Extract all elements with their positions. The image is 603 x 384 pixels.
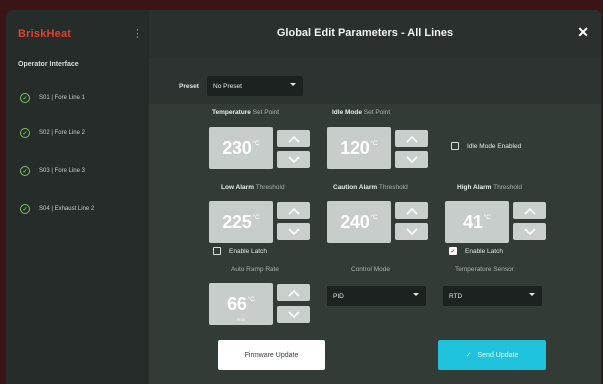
chevron-down-icon	[523, 227, 536, 235]
temp-setpoint-value[interactable]: 230 °C	[209, 127, 273, 169]
send-update-button[interactable]: ✓ Send Update	[438, 340, 546, 370]
chevron-down-icon	[287, 227, 300, 235]
chevron-down-icon	[413, 293, 419, 296]
preset-value: No Preset	[213, 82, 242, 90]
dialog-title: Global Edit Parameters - All Lines	[276, 27, 454, 39]
temp-sensor-select[interactable]: RTD	[443, 286, 542, 306]
sidebar-item-s04[interactable]: ✓ S04 | Exhaust Line 2	[20, 202, 94, 216]
auto-ramp-increment[interactable]	[277, 284, 310, 301]
enable-latch-low-checkbox[interactable]: Enable Latch	[213, 247, 267, 255]
sidebar-section-title: Operator Interface	[18, 61, 79, 68]
chevron-down-icon	[290, 83, 296, 86]
check-circle-icon: ✓	[20, 166, 30, 176]
control-mode-select[interactable]: PID	[327, 286, 426, 306]
caution-alarm-value[interactable]: 240 °C	[327, 201, 391, 243]
temp-sensor-label: Temperature Sensor	[455, 266, 514, 273]
sidebar-item-label: S02 | Fore Line 2	[39, 130, 85, 136]
sidebar-item-s01[interactable]: ✓ S01 | Fore Line 1	[20, 91, 85, 105]
high-alarm-label: High Alarm Threshold	[457, 184, 523, 191]
temp-setpoint-increment[interactable]	[277, 130, 310, 147]
preset-select[interactable]: No Preset	[207, 76, 303, 96]
chevron-up-icon	[287, 135, 300, 143]
chevron-down-icon	[405, 155, 418, 163]
check-icon: ✓	[465, 352, 472, 359]
idle-setpoint-decrement[interactable]	[395, 151, 428, 168]
caution-alarm-increment[interactable]	[395, 202, 428, 219]
chevron-down-icon	[529, 293, 535, 296]
check-circle-icon: ✓	[20, 204, 30, 214]
temp-setpoint-decrement[interactable]	[277, 151, 310, 168]
check-circle-icon: ✓	[20, 128, 30, 138]
control-mode-value: PID	[333, 292, 344, 300]
sidebar-item-s03[interactable]: ✓ S03 | Fore Line 3	[20, 164, 85, 178]
temp-setpoint-label: Temperature Set Point	[212, 109, 280, 116]
brand-logo: BriskHeat	[18, 28, 72, 40]
checkbox-box	[451, 142, 459, 150]
high-alarm-value[interactable]: 41 °C	[445, 201, 509, 243]
low-alarm-increment[interactable]	[277, 202, 310, 219]
sidebar-item-s02[interactable]: ✓ S02 | Fore Line 2	[20, 126, 85, 140]
edit-dialog: Global Edit Parameters - All Lines ✕ Pre…	[149, 10, 601, 384]
check-circle-icon: ✓	[20, 93, 30, 103]
high-alarm-increment[interactable]	[513, 202, 546, 219]
caution-alarm-decrement[interactable]	[395, 223, 428, 240]
low-alarm-label: Low Alarm Threshold	[221, 184, 285, 191]
low-alarm-decrement[interactable]	[277, 223, 310, 240]
preset-bar: Preset No Preset	[149, 58, 601, 104]
auto-ramp-label: Auto Ramp Rate	[231, 266, 280, 273]
sidebar-item-label: S04 | Exhaust Line 2	[39, 206, 95, 212]
sidebar: BriskHeat ⋮ Operator Interface ✓ S01 | F…	[6, 10, 149, 384]
temp-sensor-value: RTD	[449, 292, 463, 300]
dialog-header: Global Edit Parameters - All Lines ✕	[149, 10, 601, 58]
low-alarm-value[interactable]: 225 °C	[209, 201, 273, 243]
app-window: BriskHeat ⋮ Operator Interface ✓ S01 | F…	[6, 10, 601, 384]
chevron-up-icon	[287, 207, 300, 215]
checkbox-box	[213, 247, 221, 255]
firmware-update-button[interactable]: Firmware Update	[218, 340, 325, 370]
chevron-up-icon	[405, 135, 418, 143]
idle-setpoint-label: Idle Mode Set Point	[332, 109, 391, 116]
sidebar-item-label: S01 | Fore Line 1	[39, 95, 85, 101]
caution-alarm-label: Caution Alarm Threshold	[333, 184, 408, 191]
idle-mode-checkbox[interactable]: Idle Mode Enabled	[451, 142, 521, 150]
chevron-down-icon	[405, 227, 418, 235]
control-mode-label: Control Mode	[351, 266, 391, 273]
close-icon[interactable]: ✕	[577, 24, 589, 41]
chevron-down-icon	[287, 155, 300, 163]
kebab-icon[interactable]: ⋮	[132, 27, 143, 40]
auto-ramp-decrement[interactable]	[277, 306, 310, 323]
idle-setpoint-value[interactable]: 120 °C	[327, 127, 391, 169]
chevron-up-icon	[523, 207, 536, 215]
preset-label: Preset	[179, 83, 199, 90]
high-alarm-decrement[interactable]	[513, 223, 546, 240]
idle-setpoint-increment[interactable]	[395, 130, 428, 147]
enable-latch-high-checkbox[interactable]: ✓ Enable Latch	[449, 247, 503, 255]
chevron-up-icon	[287, 289, 300, 297]
checkbox-checked-icon: ✓	[449, 247, 457, 255]
chevron-up-icon	[405, 207, 418, 215]
auto-ramp-value[interactable]: 66 °C /min	[209, 283, 273, 325]
chevron-down-icon	[287, 310, 300, 318]
sidebar-item-label: S03 | Fore Line 3	[39, 168, 85, 174]
